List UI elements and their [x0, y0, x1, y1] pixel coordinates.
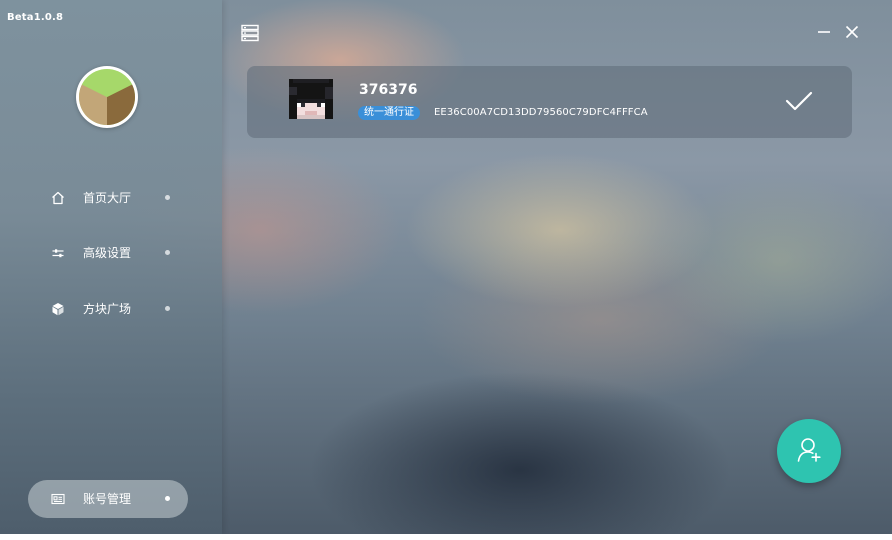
launcher-window: Beta1.0.8 首页大厅 高级设置 方块广场 账号管理 376376 统一通…	[0, 0, 892, 540]
sidebar: Beta1.0.8 首页大厅 高级设置 方块广场 账号管理	[0, 0, 222, 534]
account-uuid: EE36C00A7CD13DD79560C79DFC4FFFCA	[434, 107, 648, 118]
sidebar-item-label: 高级设置	[83, 246, 132, 260]
minimize-icon[interactable]	[816, 24, 832, 40]
sidebar-item-block-plaza[interactable]: 方块广场	[28, 290, 188, 328]
add-account-button[interactable]	[777, 419, 841, 483]
sidebar-item-home[interactable]: 首页大厅	[28, 179, 188, 217]
grass-block-logo-icon	[79, 69, 135, 125]
sidebar-item-label: 方块广场	[83, 302, 132, 316]
cube-icon	[52, 303, 64, 316]
account-card[interactable]: 376376 统一通行证 EE36C00A7CD13DD79560C79DFC4…	[247, 66, 852, 138]
player-skin-avatar	[289, 79, 333, 119]
version-label: Beta1.0.8	[7, 12, 64, 23]
sidebar-item-dot	[165, 250, 170, 255]
sidebar-item-dot	[165, 496, 170, 501]
app-logo	[76, 66, 138, 128]
server-list-icon[interactable]	[241, 24, 259, 42]
add-user-icon	[797, 438, 821, 462]
sliders-icon	[52, 249, 64, 258]
sidebar-item-advanced-settings[interactable]: 高级设置	[28, 234, 188, 272]
id-card-icon	[51, 493, 65, 505]
sidebar-item-label: 首页大厅	[83, 191, 132, 205]
window-bottom-edge	[0, 534, 892, 540]
sidebar-item-dot	[165, 306, 170, 311]
home-icon	[52, 191, 64, 205]
sidebar-item-account-management[interactable]: 账号管理	[28, 480, 188, 518]
selected-check-icon	[785, 91, 813, 111]
account-type-badge: 统一通行证	[358, 106, 420, 120]
sidebar-item-label: 账号管理	[83, 492, 132, 506]
close-icon[interactable]	[844, 24, 860, 40]
sidebar-item-dot	[165, 195, 170, 200]
account-name: 376376	[359, 82, 418, 98]
